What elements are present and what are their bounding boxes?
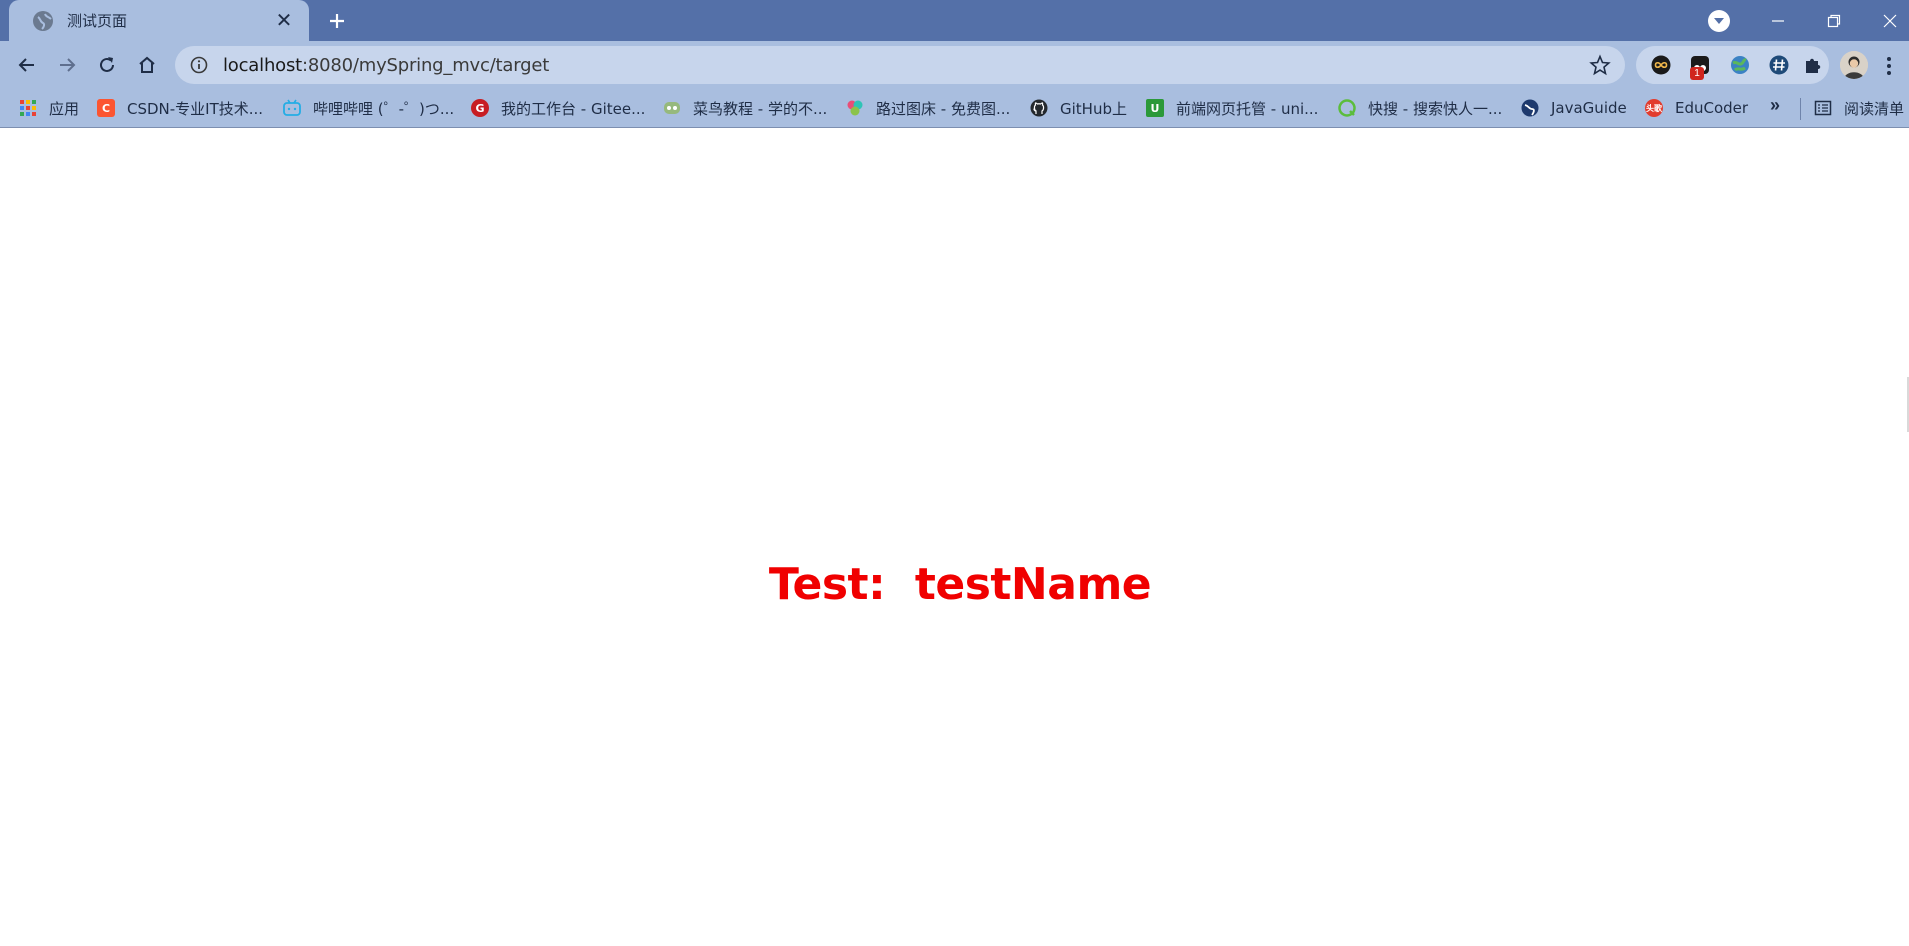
hash-extension-icon[interactable]	[1769, 55, 1789, 75]
extension-badge: 1	[1690, 67, 1704, 80]
forward-button[interactable]	[50, 48, 84, 82]
bookmark-gitee[interactable]: G 我的工作台 - Gitee...	[471, 97, 645, 119]
arrow-left-icon	[18, 58, 34, 72]
reading-list-icon	[1814, 99, 1832, 117]
bookmark-label: JavaGuide	[1551, 99, 1627, 117]
new-tab-button[interactable]	[322, 8, 352, 34]
apps-grid-icon	[19, 99, 37, 117]
bookmark-kuaisou[interactable]: 快搜 - 搜索快人一...	[1338, 97, 1502, 119]
test-heading: Test: testName	[0, 559, 1909, 610]
plus-icon	[330, 14, 344, 28]
bookmark-label: EduCoder	[1675, 99, 1749, 117]
heading-value: testName	[914, 559, 1152, 610]
restore-button[interactable]	[1806, 0, 1862, 41]
chevron-down-icon	[1714, 18, 1724, 24]
bookmark-label: CSDN-专业IT技术...	[127, 99, 264, 118]
bookmark-apps[interactable]: 应用	[19, 97, 79, 119]
bookmark-educoder[interactable]: 头歌 EduCoder	[1645, 97, 1748, 119]
tab-strip: 测试页面 ✕	[0, 0, 1909, 41]
tab-title: 测试页面	[67, 12, 128, 30]
bookmarks-bar: 应用 C CSDN-专业IT技术... 哔哩哔哩 (゜-゜)つ... G 我的工…	[0, 89, 1909, 128]
bookmark-imgchr[interactable]: 路过图床 - 免费图...	[846, 97, 1010, 119]
arrow-right-icon	[60, 58, 76, 72]
globe-extension-icon[interactable]	[1730, 55, 1750, 75]
bookmark-label: 快搜 - 搜索快人一...	[1368, 99, 1503, 118]
home-icon	[139, 56, 155, 73]
browser-tab[interactable]: 测试页面 ✕	[9, 0, 309, 41]
url-text[interactable]: localhost:8080/mySpring_mvc/target	[223, 55, 549, 76]
back-button[interactable]	[10, 48, 44, 82]
bookmark-label: 哔哩哔哩 (゜-゜)つ...	[313, 99, 455, 118]
info-icon[interactable]	[189, 55, 209, 75]
heading-label: Test:	[768, 559, 886, 610]
bookmarks-overflow-button[interactable]: »	[1770, 95, 1780, 116]
address-bar[interactable]: localhost:8080/mySpring_mvc/target	[175, 46, 1625, 84]
profile-avatar[interactable]	[1840, 51, 1868, 79]
reading-list-button[interactable]: 阅读清单	[1814, 97, 1904, 119]
close-window-button[interactable]	[1862, 0, 1909, 41]
bookmark-runoob[interactable]: 菜鸟教程 - 学的不...	[663, 97, 827, 119]
gitee-icon: G	[471, 99, 489, 117]
home-button[interactable]	[130, 48, 164, 82]
url-path: :8080/mySpring_mvc/target	[302, 54, 550, 76]
educoder-icon: 头歌	[1645, 99, 1663, 117]
csdn-icon: C	[97, 99, 115, 117]
bookmarks-separator	[1800, 98, 1801, 120]
heading-spacer	[885, 559, 915, 610]
infinity-extension-icon[interactable]	[1651, 55, 1671, 75]
bookmark-star-icon[interactable]	[1589, 54, 1611, 76]
unicloud-icon: U	[1146, 99, 1164, 117]
tab-search-button[interactable]	[1708, 10, 1730, 32]
bookmark-label: 路过图床 - 免费图...	[876, 99, 1011, 118]
browser-toolbar: localhost:8080/mySpring_mvc/target 1	[0, 41, 1909, 89]
extensions-group	[1636, 46, 1829, 84]
close-window-icon	[1883, 14, 1897, 27]
bookmark-label: 我的工作台 - Gitee...	[501, 99, 646, 118]
restore-icon	[1827, 14, 1841, 27]
minimize-button[interactable]	[1750, 0, 1806, 41]
kuaisou-icon	[1338, 99, 1356, 117]
reading-list-label: 阅读清单	[1844, 99, 1905, 118]
puzzle-extensions-icon[interactable]	[1803, 55, 1823, 75]
bookmark-github[interactable]: GitHub上	[1030, 97, 1127, 119]
bookmark-unicloud[interactable]: U 前端网页托管 - uni...	[1146, 97, 1318, 119]
globe-favicon-icon	[33, 10, 53, 31]
reload-button[interactable]	[90, 48, 124, 82]
close-tab-icon[interactable]: ✕	[273, 10, 295, 32]
bilibili-icon	[283, 99, 301, 117]
url-host: localhost	[223, 54, 302, 76]
reload-icon	[100, 57, 114, 72]
bookmark-bilibili[interactable]: 哔哩哔哩 (゜-゜)つ...	[283, 97, 454, 119]
bookmark-label: 应用	[49, 99, 80, 118]
bookmark-label: 菜鸟教程 - 学的不...	[693, 99, 828, 118]
page-content: Test: testName	[0, 129, 1909, 946]
bookmark-label: GitHub上	[1060, 99, 1127, 118]
javaguide-icon	[1521, 99, 1539, 117]
runoob-icon	[663, 99, 681, 117]
bookmark-javaguide[interactable]: JavaGuide	[1521, 97, 1627, 119]
browser-menu-button[interactable]	[1882, 53, 1896, 79]
imgchr-icon	[846, 99, 864, 117]
bookmark-label: 前端网页托管 - uni...	[1176, 99, 1319, 118]
github-icon	[1030, 99, 1048, 117]
bookmark-csdn[interactable]: C CSDN-专业IT技术...	[97, 97, 263, 119]
minimize-icon	[1772, 19, 1784, 22]
